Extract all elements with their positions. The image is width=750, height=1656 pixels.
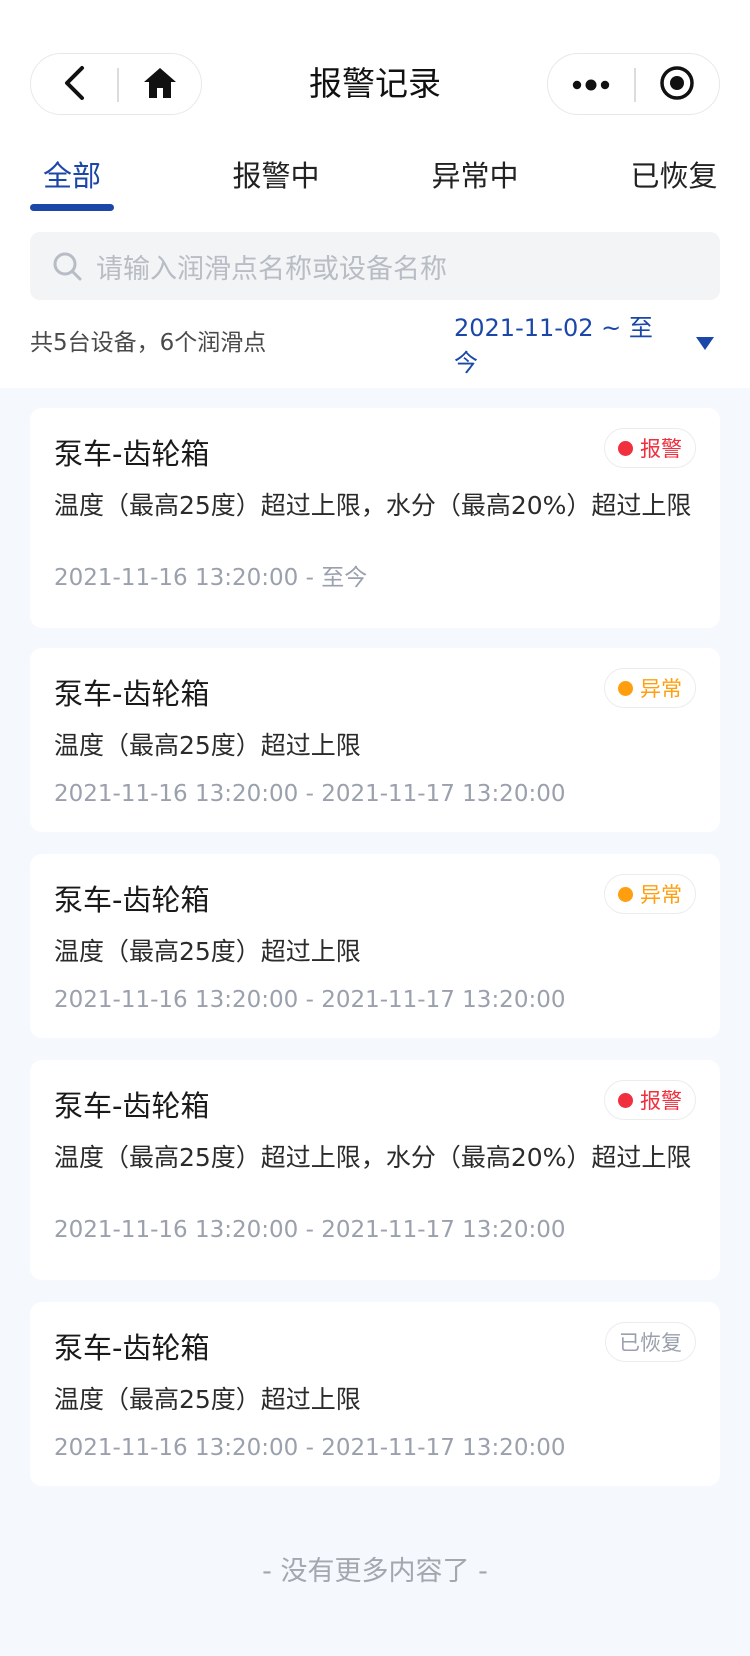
record-title: 泵车-齿轮箱 (54, 1331, 210, 1365)
tab-alarming[interactable]: 报警中 (220, 148, 332, 214)
close-miniprogram-button[interactable] (634, 54, 720, 116)
status-label: 异常 (640, 677, 682, 701)
nav-capsule-right (547, 53, 720, 115)
date-range-label: 2021-11-02 ~ 至今 (454, 314, 653, 377)
record-title: 泵车-齿轮箱 (54, 883, 210, 917)
list-item[interactable]: 泵车-齿轮箱 已恢复 温度（最高25度）超过上限 2021-11-16 13:2… (30, 1302, 720, 1486)
record-time: 2021-11-16 13:20:00 - 2021-11-17 13:20:0… (54, 987, 566, 1013)
more-dots-icon (572, 76, 610, 95)
record-description: 温度（最高25度）超过上限，水分（最高20%）超过上限 (54, 1143, 692, 1172)
search-placeholder: 请输入润滑点名称或设备名称 (96, 253, 447, 285)
record-description: 温度（最高25度）超过上限 (54, 1385, 361, 1414)
status-badge: 报警 (604, 1080, 696, 1120)
caret-down-icon (696, 336, 714, 350)
date-range-filter[interactable]: 2021-11-02 ~ 至今 (454, 314, 720, 377)
status-dot-icon (618, 1092, 633, 1108)
status-label: 报警 (640, 437, 682, 461)
status-dot-icon (618, 440, 633, 456)
status-dot-icon (618, 680, 633, 696)
status-label: 报警 (640, 1089, 682, 1113)
record-description: 温度（最高25度）超过上限 (54, 731, 361, 760)
search-input[interactable]: 请输入润滑点名称或设备名称 (30, 232, 720, 300)
record-time: 2021-11-16 13:20:00 - 2021-11-17 13:20:0… (54, 781, 566, 807)
status-badge: 异常 (604, 874, 696, 914)
record-title: 泵车-齿轮箱 (54, 437, 210, 471)
record-title: 泵车-齿轮箱 (54, 677, 210, 711)
status-label: 异常 (640, 883, 682, 907)
record-description: 温度（最高25度）超过上限 (54, 937, 361, 966)
tab-recovered[interactable]: 已恢复 (618, 148, 730, 214)
list-item[interactable]: 泵车-齿轮箱 异常 温度（最高25度）超过上限 2021-11-16 13:20… (30, 648, 720, 832)
list-item[interactable]: 泵车-齿轮箱 报警 温度（最高25度）超过上限，水分（最高20%）超过上限 20… (30, 408, 720, 628)
search-icon (50, 249, 84, 283)
status-badge: 报警 (604, 428, 696, 468)
status-badge: 异常 (604, 668, 696, 708)
navbar: 报警记录 (0, 0, 750, 130)
no-more-content-note: - 没有更多内容了 - (262, 1556, 488, 1587)
header-section: 报警记录 全部 报警中 异常中 已恢复 请输入润滑点名称或设备名称 共5台设备，… (0, 0, 750, 388)
record-time: 2021-11-16 13:20:00 - 至今 (54, 565, 368, 591)
status-dot-icon (618, 886, 633, 902)
list-item[interactable]: 泵车-齿轮箱 报警 温度（最高25度）超过上限，水分（最高20%）超过上限 20… (30, 1060, 720, 1280)
record-title: 泵车-齿轮箱 (54, 1089, 210, 1123)
list-item[interactable]: 泵车-齿轮箱 异常 温度（最高25度）超过上限 2021-11-16 13:20… (30, 854, 720, 1038)
tab-abnormal[interactable]: 异常中 (419, 148, 531, 214)
status-label: 已恢复 (619, 1331, 682, 1355)
record-time: 2021-11-16 13:20:00 - 2021-11-17 13:20:0… (54, 1435, 566, 1461)
record-time: 2021-11-16 13:20:00 - 2021-11-17 13:20:0… (54, 1217, 566, 1243)
record-description: 温度（最高25度）超过上限，水分（最高20%）超过上限 (54, 491, 692, 520)
active-tab-indicator (30, 204, 114, 211)
device-summary: 共5台设备，6个润滑点 (30, 330, 267, 356)
record-target-icon (659, 65, 695, 105)
more-button[interactable] (548, 54, 634, 116)
status-badge: 已恢复 (605, 1322, 696, 1362)
